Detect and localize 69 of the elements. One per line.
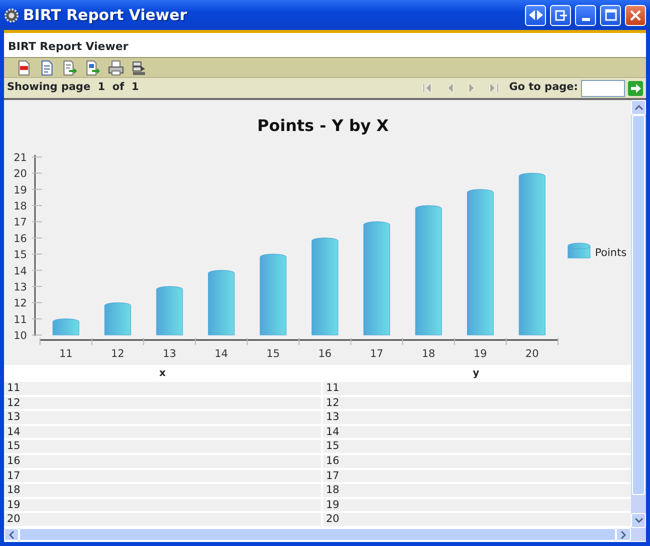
- resize-button[interactable]: [525, 4, 546, 26]
- y-tick-label: 12: [14, 298, 27, 310]
- table-cell-text: 11: [6, 382, 22, 395]
- document-arrow-icon[interactable]: [62, 60, 78, 76]
- exit-icon: [554, 10, 566, 20]
- y-tick-label: 13: [14, 281, 27, 294]
- exit-button[interactable]: [550, 4, 571, 26]
- x-tick-label: 16: [318, 348, 332, 360]
- maximize-button[interactable]: [600, 4, 621, 26]
- scroll-right-button[interactable]: [616, 528, 631, 541]
- document-icon[interactable]: [39, 60, 55, 76]
- arrows-icon: [528, 10, 542, 20]
- y-tick-label: 16: [14, 232, 27, 245]
- x-tick-label: 18: [422, 348, 436, 360]
- viewer-title: BIRT Report Viewer: [8, 38, 128, 54]
- chart-title: Points - Y by X: [257, 116, 389, 135]
- page-status: Showing page 1 of 1: [7, 80, 140, 96]
- printer-icon[interactable]: [108, 60, 124, 76]
- table-cell-text: 18: [6, 484, 22, 497]
- column-header: y: [472, 367, 480, 381]
- x-tick-label: 11: [59, 348, 73, 360]
- page-input[interactable]: [581, 80, 625, 96]
- minimize-button[interactable]: [575, 4, 596, 26]
- table-cell-text: 12: [6, 396, 22, 410]
- scroll-up-button[interactable]: [631, 100, 646, 115]
- scroll-down-button[interactable]: [631, 513, 646, 528]
- y-tick-label: 10: [14, 330, 27, 342]
- caret-left-icon: [9, 530, 14, 538]
- stack-icon[interactable]: [131, 60, 147, 76]
- close-icon: [630, 10, 641, 20]
- go-button[interactable]: [628, 80, 643, 96]
- table-cell-text: 16: [6, 454, 22, 468]
- document-arrow-icon[interactable]: [85, 60, 101, 76]
- table-cell-text: 14: [6, 426, 22, 438]
- caret-down-icon: [634, 518, 642, 523]
- maximize-icon: [604, 9, 616, 21]
- table-cell-text: 20: [6, 513, 22, 526]
- document-icon[interactable]: [16, 60, 32, 76]
- y-tick-label: 20: [14, 168, 27, 180]
- scroll-thumb[interactable]: [632, 115, 645, 495]
- y-tick-label: 19: [14, 184, 27, 196]
- x-tick-label: 19: [474, 348, 487, 360]
- minimize-icon: [582, 18, 590, 20]
- y-tick-label: 17: [14, 216, 27, 229]
- y-tick-label: 11: [14, 314, 27, 326]
- y-tick-label: 21: [14, 152, 27, 164]
- table-cell-text: 19: [6, 498, 22, 512]
- table-cell-text: 17: [6, 470, 22, 482]
- goto-label: Go to page:: [509, 80, 578, 96]
- x-tick-label: 20: [525, 348, 539, 360]
- caret-up-icon: [634, 105, 642, 110]
- close-button[interactable]: [625, 4, 646, 26]
- legend-label: Points: [595, 247, 627, 259]
- gear-icon: [4, 8, 19, 22]
- table-cell-text: 13: [6, 411, 22, 424]
- x-tick-label: 12: [111, 348, 124, 360]
- y-tick-label: 18: [14, 200, 27, 213]
- caret-right-icon: [621, 530, 626, 538]
- column-header: x: [158, 367, 167, 381]
- scroll-thumb[interactable]: [19, 528, 616, 541]
- y-tick-label: 15: [14, 249, 27, 262]
- x-tick-label: 15: [266, 348, 280, 360]
- window-title: BIRT Report Viewer: [23, 4, 188, 26]
- y-tick-label: 14: [14, 265, 27, 278]
- x-tick-label: 14: [214, 348, 228, 360]
- table-cell-text: 15: [6, 440, 22, 453]
- x-tick-label: 17: [370, 348, 384, 360]
- x-tick-label: 13: [162, 348, 176, 360]
- scroll-left-button[interactable]: [4, 528, 19, 541]
